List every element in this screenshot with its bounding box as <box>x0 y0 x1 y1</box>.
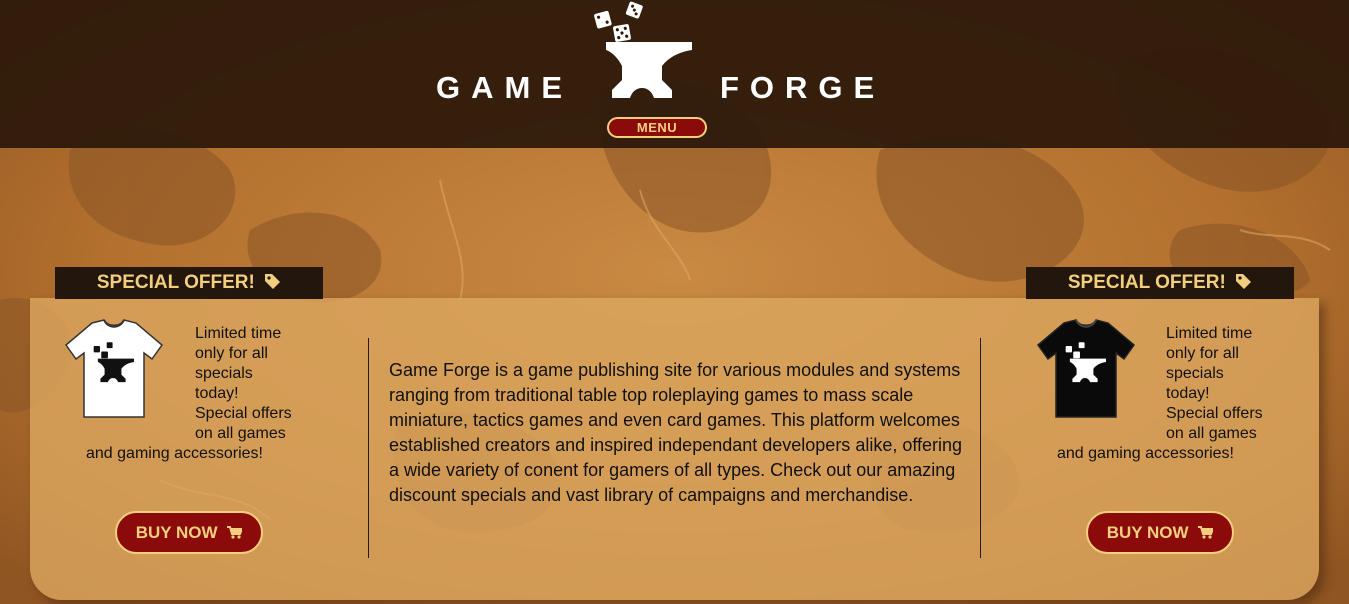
offer-text-right: Limited time only for all specials today… <box>1166 324 1263 444</box>
white-tshirt-image[interactable] <box>62 317 166 421</box>
offer-line: only for all <box>1166 345 1239 362</box>
offer-line: Limited time <box>195 325 282 342</box>
offer-line: Special offers <box>195 405 292 422</box>
offer-line: Special offers <box>1166 405 1263 422</box>
column-divider <box>980 338 981 558</box>
cart-icon <box>1198 526 1214 539</box>
buy-now-label: BUY NOW <box>1106 523 1189 542</box>
site-description: Game Forge is a game publishing site for… <box>389 360 963 505</box>
special-offer-tab-right: SPECIAL OFFER! <box>1026 267 1294 299</box>
offer-text-left: Limited time only for all specials today… <box>195 324 292 444</box>
offer-line: on all games <box>1166 425 1257 442</box>
special-offer-label: SPECIAL OFFER! <box>1067 272 1226 293</box>
anvil-dice-icon[interactable] <box>592 0 698 102</box>
menu-button[interactable]: MENU <box>607 117 707 138</box>
cart-icon <box>227 526 243 539</box>
offer-line: today! <box>1166 385 1210 402</box>
offer-line: today! <box>195 385 239 402</box>
offer-line-last: and gaming accessories! <box>86 445 263 462</box>
offer-line-last: and gaming accessories! <box>1057 445 1234 462</box>
buy-now-button-left[interactable]: BUY NOW <box>115 511 263 554</box>
tag-icon <box>1236 274 1252 289</box>
offer-line: only for all <box>195 345 268 362</box>
offer-line: specials <box>195 365 253 382</box>
column-divider <box>368 338 369 558</box>
brand-title-right[interactable]: FORGE <box>720 70 885 106</box>
black-tshirt-image[interactable] <box>1034 317 1138 421</box>
special-offer-label: SPECIAL OFFER! <box>96 272 255 293</box>
buy-now-button-right[interactable]: BUY NOW <box>1086 511 1234 554</box>
site-header: GAME FORGE MENU <box>0 0 1349 148</box>
offer-line: on all games <box>195 425 286 442</box>
offer-line: Limited time <box>1166 325 1253 342</box>
buy-now-label: BUY NOW <box>135 523 218 542</box>
special-offer-tab-left: SPECIAL OFFER! <box>55 267 323 299</box>
offer-line: specials <box>1166 365 1224 382</box>
tag-icon <box>265 274 281 289</box>
brand-title-left[interactable]: GAME <box>436 70 573 106</box>
